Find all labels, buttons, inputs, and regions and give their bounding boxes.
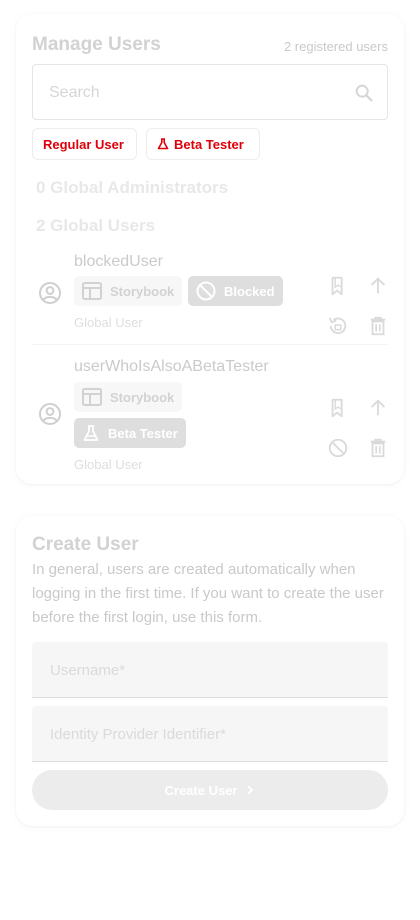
chevron-right-icon <box>246 785 253 795</box>
user-role-label: Global User <box>74 457 143 472</box>
user-row: userWhoIsAlsoABetaTester Storybook Beta … <box>32 344 388 479</box>
create-user-button-label: Create User <box>164 782 238 798</box>
username-label: blockedUser <box>74 253 163 270</box>
filter-chip-regular-user[interactable]: Regular User <box>32 128 137 160</box>
search-icon[interactable] <box>353 82 375 104</box>
filter-chip-label: Beta Tester <box>174 136 244 152</box>
tag-storybook: Storybook <box>74 276 183 306</box>
dashboard-icon <box>82 388 102 406</box>
manage-users-card: Manage Users 2 registered users Regular … <box>16 14 404 484</box>
delete-icon[interactable] <box>367 315 389 337</box>
flask-icon <box>157 138 169 150</box>
tag-blocked: Blocked <box>188 276 283 306</box>
identity-provider-input[interactable] <box>48 706 372 763</box>
tag-label: Storybook <box>110 283 175 299</box>
user-avatar-icon <box>39 403 61 425</box>
tag-label: Blocked <box>224 283 275 299</box>
username-input[interactable] <box>48 642 372 699</box>
manage-users-header: Manage Users 2 registered users <box>32 34 388 60</box>
bookmark-icon[interactable] <box>327 397 349 419</box>
identity-provider-field[interactable] <box>32 706 388 763</box>
unblock-icon[interactable] <box>327 315 349 337</box>
arrow-up-icon[interactable] <box>367 275 389 297</box>
username-field[interactable] <box>32 642 388 699</box>
user-avatar-icon <box>39 282 61 304</box>
search-field[interactable] <box>32 64 388 121</box>
filter-chip-label: Regular User <box>43 136 124 152</box>
flask-icon <box>83 425 99 441</box>
tag-beta-tester: Beta Tester <box>74 418 186 448</box>
tag-label: Storybook <box>110 389 175 405</box>
block-icon[interactable] <box>327 437 349 459</box>
user-row: blockedUser Storybook Blocked Global Use… <box>32 246 388 342</box>
create-user-button[interactable]: Create User <box>32 770 388 810</box>
search-input[interactable] <box>47 65 351 121</box>
tag-label: Beta Tester <box>108 425 178 441</box>
arrow-up-icon[interactable] <box>367 397 389 419</box>
global-users-heading: 2 Global Users <box>36 216 156 235</box>
global-administrators-heading: 0 Global Administrators <box>36 178 229 197</box>
user-role-label: Global User <box>74 315 143 330</box>
delete-icon[interactable] <box>367 437 389 459</box>
bookmark-icon[interactable] <box>327 275 349 297</box>
dashboard-icon <box>82 282 102 300</box>
create-user-title: Create User <box>32 534 139 555</box>
block-icon <box>196 281 216 301</box>
create-user-description: In general, users are created automatica… <box>32 561 384 626</box>
registered-users-count: 2 registered users <box>283 39 388 54</box>
username-label: userWhoIsAlsoABetaTester <box>74 358 269 375</box>
create-user-card: Create User In general, users are create… <box>16 516 404 826</box>
manage-users-title: Manage Users <box>32 34 161 55</box>
tag-storybook: Storybook <box>74 382 183 412</box>
filter-chip-beta-tester[interactable]: Beta Tester <box>146 128 260 160</box>
